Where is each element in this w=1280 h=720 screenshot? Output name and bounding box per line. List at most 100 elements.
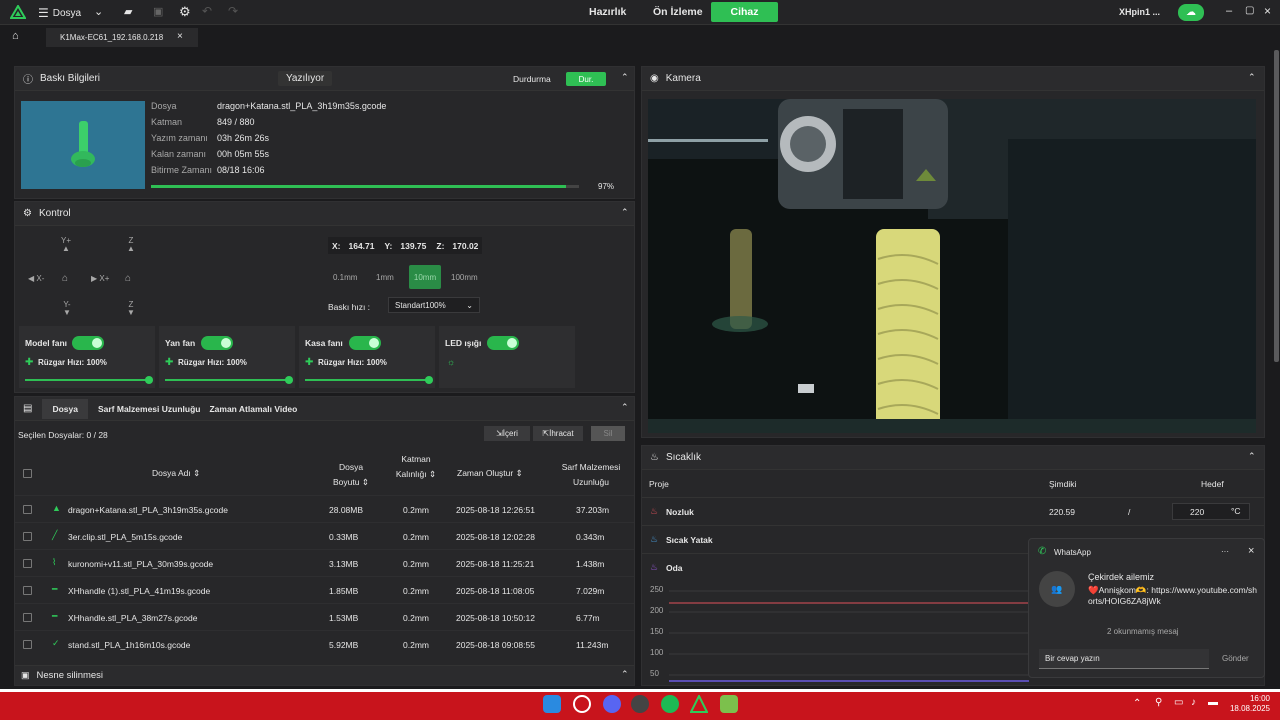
table-row[interactable]: ▲ dragon+Katana.stl_PLA_3h19m35s.gcode 28.…: [15, 495, 634, 522]
header-size[interactable]: Dosya Boyutu ⇕: [329, 460, 373, 490]
header-time-label: Zaman Oluştur: [457, 468, 514, 478]
cell-size: 5.92MB: [329, 640, 359, 650]
collapse-icon[interactable]: ⌃: [621, 669, 629, 680]
step-0-1mm[interactable]: 0.1mm: [333, 273, 357, 282]
chevron-down-icon[interactable]: ⌄: [94, 5, 103, 18]
select-all-checkbox[interactable]: [23, 469, 32, 478]
model-fan-toggle[interactable]: [72, 336, 104, 350]
case-fan-toggle[interactable]: [349, 336, 381, 350]
close-notification-icon[interactable]: ×: [1248, 545, 1254, 557]
opera-icon[interactable]: [573, 695, 591, 713]
scrollbar-thumb[interactable]: [1274, 50, 1279, 362]
tray-chevron-icon[interactable]: ⌃: [1133, 698, 1141, 709]
slider-knob[interactable]: [285, 376, 293, 384]
jog-x-minus[interactable]: ◀ X-: [28, 274, 44, 283]
tab-files[interactable]: Dosya: [42, 398, 88, 419]
mic-icon[interactable]: ⚲: [1155, 697, 1162, 708]
send-button[interactable]: Gönder: [1222, 654, 1249, 663]
row-checkbox[interactable]: [23, 532, 32, 541]
z-home-icon[interactable]: ⌂: [125, 273, 131, 284]
nozzle-target-input[interactable]: 220 °C: [1172, 503, 1250, 520]
open-folder-icon[interactable]: ▰: [124, 5, 132, 18]
minecraft-icon[interactable]: [720, 695, 738, 713]
network-icon[interactable]: ▭: [1174, 697, 1183, 708]
undo-icon[interactable]: ↶: [202, 4, 212, 18]
jog-y-plus[interactable]: Y+ ▲: [61, 237, 71, 253]
selected-count: Seçilen Dosyalar: 0 / 28: [18, 430, 108, 440]
save-icon[interactable]: ▣: [153, 5, 163, 18]
maximize-icon[interactable]: ▢: [1245, 5, 1254, 16]
collapse-icon[interactable]: ⌃: [621, 72, 629, 83]
table-row[interactable]: ━ XHhandle.stl_PLA_38m27s.gcode 1.53MB 0.2m…: [15, 603, 634, 630]
clock[interactable]: 16:00 18.08.2025: [1226, 694, 1270, 714]
more-options-icon[interactable]: ···: [1221, 547, 1229, 556]
jog-z-down[interactable]: Z ▼: [127, 301, 135, 317]
home-icon[interactable]: ⌂: [62, 273, 68, 284]
header-name-label: Dosya Adı: [152, 468, 191, 478]
user-name[interactable]: XHpin1 ...: [1119, 7, 1160, 17]
creality-print-icon[interactable]: [690, 695, 708, 713]
delete-button[interactable]: Sil: [591, 426, 625, 441]
stop-button[interactable]: Durdurma: [513, 74, 551, 84]
row-checkbox[interactable]: [23, 586, 32, 595]
redo-icon[interactable]: ↷: [228, 4, 238, 18]
discord-icon[interactable]: [603, 695, 621, 713]
cloud-upload-icon[interactable]: ☁: [1178, 4, 1204, 21]
table-row[interactable]: ╱ 3er.clip.stl_PLA_5m15s.gcode 0.33MB 0.2mm…: [15, 522, 634, 549]
step-10mm[interactable]: 10mm: [409, 265, 441, 289]
minimize-icon[interactable]: –: [1226, 5, 1232, 17]
import-button[interactable]: ⇲ İçeri: [484, 426, 530, 441]
jog-x-plus[interactable]: ▶ X+: [91, 274, 109, 283]
header-layer[interactable]: Katman Kalınlığı ⇕: [395, 452, 437, 482]
row-checkbox[interactable]: [23, 640, 32, 649]
import-label: İçeri: [502, 429, 518, 438]
speed-select[interactable]: Standart100% ⌄: [388, 297, 480, 313]
menu-button[interactable]: ☰ Dosya: [38, 6, 81, 20]
row-checkbox[interactable]: [23, 613, 32, 622]
header-time[interactable]: Zaman Oluştur ⇕: [457, 468, 523, 479]
side-fan-toggle[interactable]: [201, 336, 233, 350]
obs-icon[interactable]: [631, 695, 649, 713]
table-row[interactable]: ⌇ kuronomi+v11.stl_PLA_30m39s.gcode 3.13MB…: [15, 549, 634, 576]
close-window-icon[interactable]: ×: [1264, 4, 1271, 18]
nav-prepare[interactable]: Hazırlık: [589, 6, 626, 18]
collapse-icon[interactable]: ⌃: [1248, 451, 1256, 462]
collapse-icon[interactable]: ⌃: [621, 207, 629, 218]
jog-z-up[interactable]: Z ▲: [127, 237, 135, 253]
reply-input[interactable]: Bir cevap yazın: [1039, 649, 1209, 669]
step-1mm[interactable]: 1mm: [376, 273, 394, 282]
header-filament[interactable]: Sarf Malzemesi Uzunluğu: [555, 460, 627, 490]
led-toggle[interactable]: [487, 336, 519, 350]
export-button[interactable]: ⇱ İhracat: [533, 426, 583, 441]
scrollbar[interactable]: [1272, 50, 1280, 684]
table-row[interactable]: ━ XHhandle (1).stl_PLA_41m19s.gcode 1.85MB…: [15, 576, 634, 603]
nav-preview[interactable]: Ön İzleme: [653, 6, 703, 18]
case-fan-slider[interactable]: [305, 376, 433, 384]
row-checkbox[interactable]: [23, 559, 32, 568]
model-fan-slider[interactable]: [25, 376, 153, 384]
tab-filament[interactable]: Sarf Malzemesi Uzunluğu: [98, 404, 201, 414]
jog-y-minus[interactable]: Y- ▼: [63, 301, 71, 317]
battery-icon[interactable]: ▬: [1208, 697, 1218, 708]
collapse-icon[interactable]: ⌃: [621, 402, 629, 413]
table-row[interactable]: ✓ stand.stl_PLA_1h16m10s.gcode 5.92MB 0.2mm…: [15, 630, 634, 657]
slider-knob[interactable]: [145, 376, 153, 384]
collapse-icon[interactable]: ⌃: [1248, 72, 1256, 83]
volume-icon[interactable]: ♪: [1191, 697, 1196, 708]
step-100mm[interactable]: 100mm: [451, 273, 478, 282]
side-fan-slider[interactable]: [165, 376, 293, 384]
header-name[interactable]: Dosya Adı ⇕: [152, 468, 200, 479]
pause-button[interactable]: Dur.: [566, 72, 606, 86]
windows-start-icon[interactable]: [543, 695, 561, 713]
settings-icon[interactable]: ⚙: [179, 4, 191, 20]
row-checkbox[interactable]: [23, 505, 32, 514]
nav-device[interactable]: Cihaz: [711, 2, 778, 22]
tab-close-icon[interactable]: ×: [177, 31, 183, 42]
spotify-icon[interactable]: [661, 695, 679, 713]
files-header: ▤ Dosya Sarf Malzemesi Uzunluğu Zaman At…: [15, 397, 634, 421]
tab-device[interactable]: K1Max-EC61_192.168.0.218 ×: [46, 28, 198, 47]
tab-timelapse[interactable]: Zaman Atlamalı Video: [209, 404, 297, 414]
y-tick: 250: [650, 585, 664, 594]
slider-knob[interactable]: [425, 376, 433, 384]
home-icon[interactable]: ⌂: [12, 30, 19, 42]
